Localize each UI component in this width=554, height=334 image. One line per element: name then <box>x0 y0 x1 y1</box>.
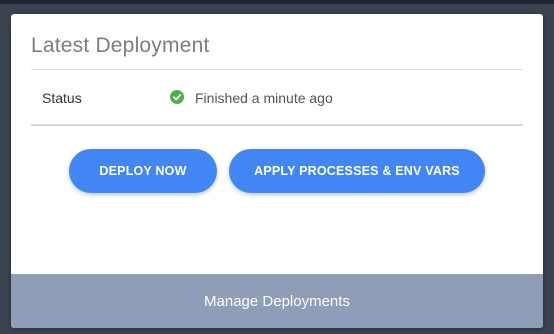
apply-processes-env-vars-button[interactable]: APPLY PROCESSES & ENV VARS <box>229 149 485 193</box>
latest-deployment-card: Latest Deployment Status Finished a minu… <box>11 14 543 328</box>
deploy-now-button[interactable]: DEPLOY NOW <box>69 149 217 193</box>
title-divider <box>31 69 523 70</box>
status-value: Finished a minute ago <box>195 90 333 106</box>
manage-deployments-label: Manage Deployments <box>204 292 350 310</box>
top-bar <box>0 0 554 4</box>
card-title: Latest Deployment <box>31 34 210 57</box>
manage-deployments-link[interactable]: Manage Deployments <box>11 274 543 328</box>
status-divider <box>31 124 523 126</box>
check-circle-icon <box>170 90 184 104</box>
status-row: Status Finished a minute ago <box>31 88 523 108</box>
status-label: Status <box>42 90 82 106</box>
